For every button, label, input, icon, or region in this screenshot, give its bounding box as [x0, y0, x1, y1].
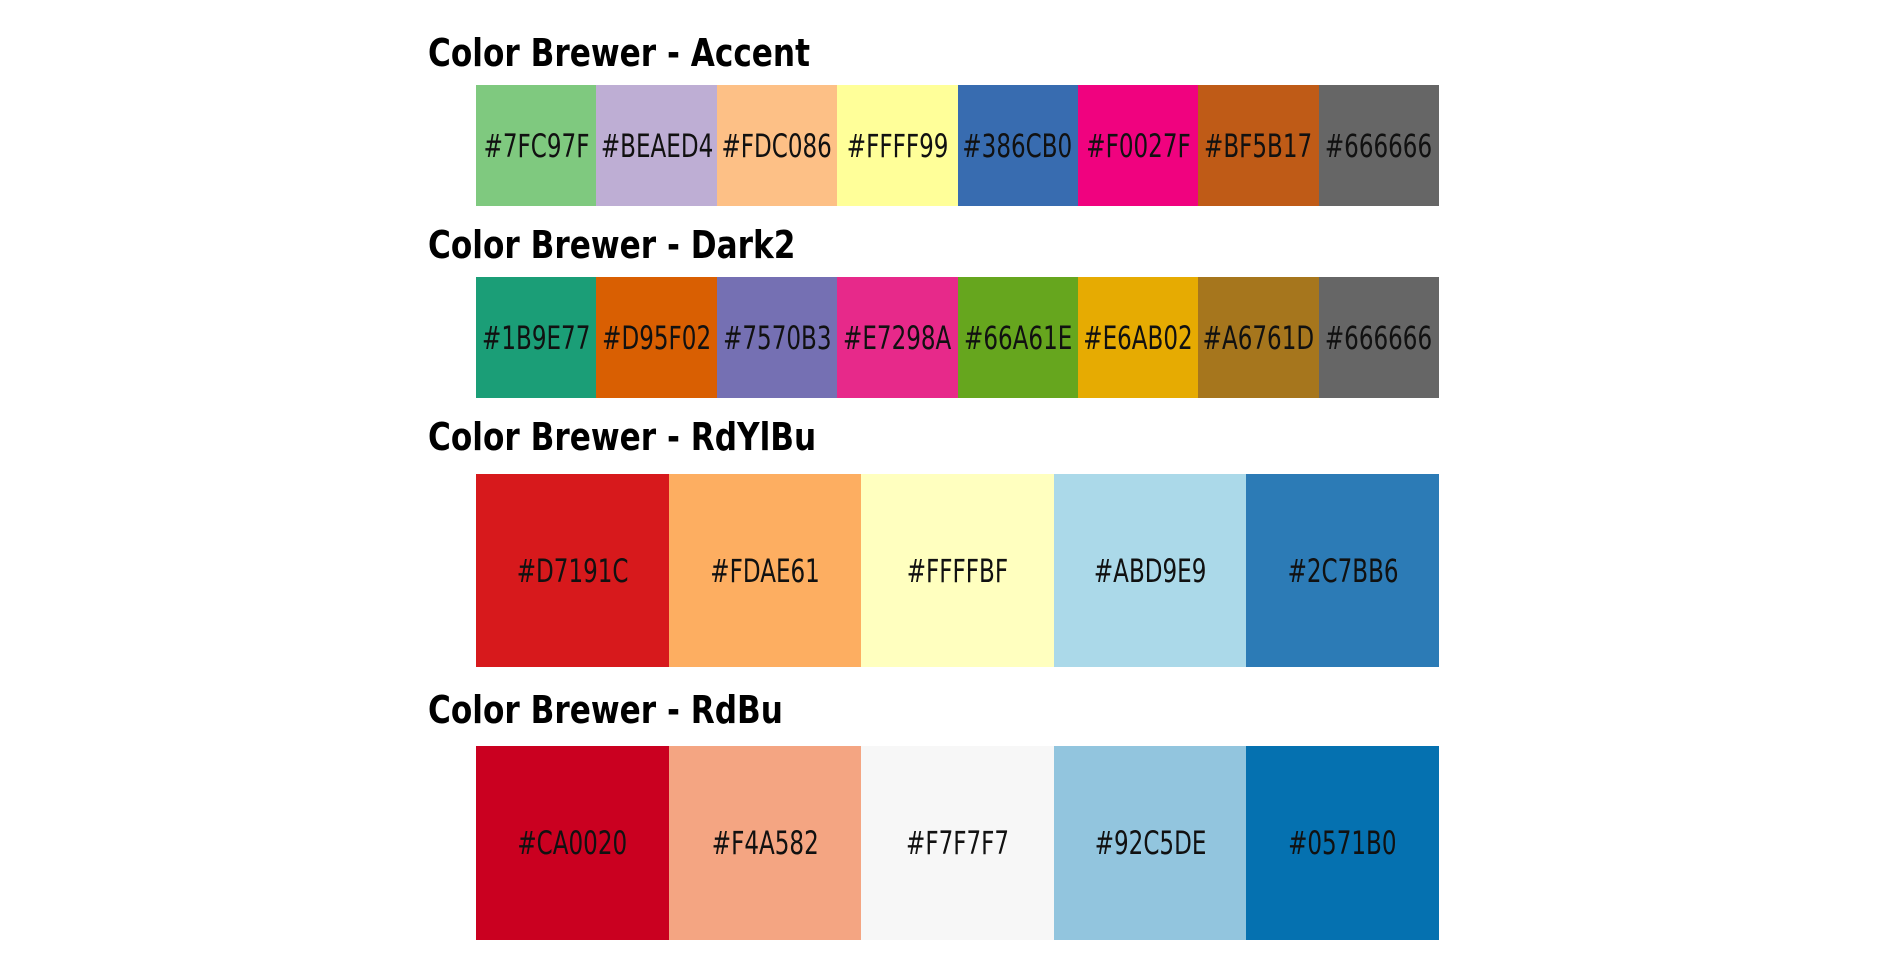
- swatch-dark2-6: #E6AB02: [1077, 277, 1199, 398]
- swatch-hex-label: #D95F02: [602, 318, 712, 357]
- swatch-dark2-3: #7570B3: [716, 277, 838, 398]
- swatch-rdylbu-4: #ABD9E9: [1053, 474, 1247, 667]
- swatch-hex-label: #666666: [1325, 318, 1433, 357]
- swatch-hex-label: #66A61E: [963, 318, 1072, 357]
- swatch-rdbu-2: #F4A582: [668, 746, 862, 940]
- swatch-dark2-1: #1B9E77: [476, 277, 597, 398]
- swatch-hex-label: #E7298A: [843, 318, 952, 357]
- swatch-hex-label: #ABD9E9: [1093, 551, 1207, 590]
- swatch-rdylbu-2: #FDAE61: [668, 474, 862, 667]
- swatch-row-rdbu: #CA0020 #F4A582 #F7F7F7 #92C5DE #0571B0: [476, 746, 1439, 940]
- swatch-accent-2: #BEAED4: [596, 85, 717, 206]
- swatch-rdylbu-5: #2C7BB6: [1246, 474, 1439, 667]
- swatch-hex-label: #0571B0: [1288, 824, 1397, 862]
- swatch-hex-label: #CA0020: [517, 824, 628, 862]
- swatch-hex-label: #FFFF99: [846, 126, 949, 165]
- swatch-hex-label: #F7F7F7: [905, 824, 1009, 862]
- swatch-rdbu-3: #F7F7F7: [861, 746, 1054, 940]
- swatch-row-rdylbu: #D7191C #FDAE61 #FFFFBF #ABD9E9 #2C7BB6: [476, 474, 1439, 667]
- palette-title-rdylbu: Color Brewer - RdYlBu: [428, 415, 817, 459]
- swatch-accent-8: #666666: [1318, 85, 1439, 206]
- swatch-accent-4: #FFFF99: [837, 85, 958, 206]
- swatch-accent-6: #F0027F: [1077, 85, 1199, 206]
- swatch-hex-label: #7570B3: [722, 318, 832, 357]
- swatch-dark2-8: #666666: [1318, 277, 1439, 398]
- swatch-hex-label: #386CB0: [962, 126, 1073, 165]
- swatch-hex-label: #666666: [1325, 126, 1433, 165]
- swatch-hex-label: #F4A582: [711, 824, 819, 862]
- swatch-hex-label: #1B9E77: [482, 318, 591, 357]
- palette-title-accent: Color Brewer - Accent: [428, 31, 811, 75]
- swatch-accent-3: #FDC086: [716, 85, 838, 206]
- swatch-rdylbu-1: #D7191C: [476, 474, 669, 667]
- swatch-hex-label: #2C7BB6: [1287, 551, 1399, 590]
- swatch-hex-label: #BF5B17: [1204, 126, 1313, 165]
- swatch-hex-label: #E6AB02: [1083, 318, 1193, 357]
- swatch-hex-label: #FDC086: [721, 126, 833, 165]
- swatch-hex-label: #BEAED4: [600, 126, 713, 165]
- swatch-hex-label: #92C5DE: [1094, 824, 1206, 862]
- swatch-hex-label: #7FC97F: [483, 126, 590, 165]
- swatch-row-dark2: #1B9E77 #D95F02 #7570B3 #E7298A #66A61E …: [476, 277, 1439, 398]
- swatch-rdbu-5: #0571B0: [1246, 746, 1439, 940]
- swatch-hex-label: #FFFFBF: [906, 551, 1009, 590]
- swatch-hex-label: #D7191C: [516, 551, 629, 590]
- swatch-rdbu-4: #92C5DE: [1053, 746, 1247, 940]
- swatch-dark2-2: #D95F02: [596, 277, 717, 398]
- swatch-row-accent: #7FC97F #BEAED4 #FDC086 #FFFF99 #386CB0 …: [476, 85, 1439, 206]
- palette-title-rdbu: Color Brewer - RdBu: [428, 688, 783, 732]
- swatch-hex-label: #F0027F: [1085, 126, 1191, 165]
- swatch-dark2-7: #A6761D: [1198, 277, 1319, 398]
- swatch-rdbu-1: #CA0020: [476, 746, 669, 940]
- swatch-accent-1: #7FC97F: [476, 85, 597, 206]
- swatch-hex-label: #FDAE61: [710, 551, 820, 590]
- swatch-accent-5: #386CB0: [957, 85, 1078, 206]
- swatch-dark2-4: #E7298A: [837, 277, 958, 398]
- swatch-dark2-5: #66A61E: [957, 277, 1078, 398]
- palette-title-dark2: Color Brewer - Dark2: [428, 223, 796, 267]
- swatch-hex-label: #A6761D: [1202, 318, 1315, 357]
- swatch-rdylbu-3: #FFFFBF: [861, 474, 1054, 667]
- swatch-accent-7: #BF5B17: [1198, 85, 1319, 206]
